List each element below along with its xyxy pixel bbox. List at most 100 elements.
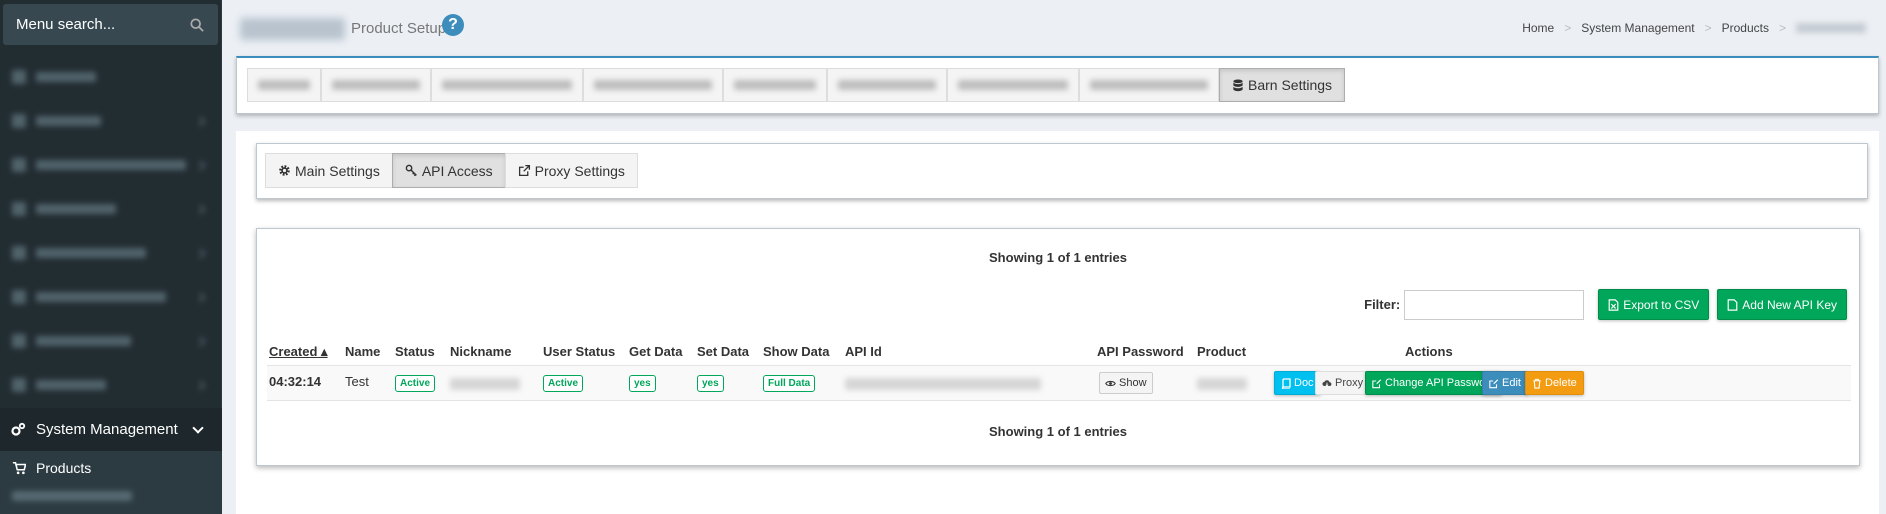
file-excel-icon: [1608, 298, 1619, 311]
tab-proxy-settings[interactable]: Proxy Settings: [504, 153, 638, 188]
cell-created: 04:32:14: [269, 374, 322, 389]
tab-barn-settings[interactable]: Barn Settings: [1219, 68, 1346, 102]
search-icon[interactable]: [190, 17, 204, 32]
show-password-button[interactable]: Show: [1099, 372, 1153, 394]
sidebar-item-blurred-6[interactable]: [0, 275, 222, 319]
tab-label: Main Settings: [295, 162, 380, 179]
tab-api-access[interactable]: API Access: [391, 153, 506, 188]
file-icon: [1727, 298, 1738, 311]
column-header-status[interactable]: Status: [395, 344, 435, 359]
redacted-product-name: [240, 18, 345, 40]
filter-input[interactable]: [1404, 289, 1585, 320]
tab-blurred-6[interactable]: [827, 68, 947, 102]
nav-icon: [12, 290, 26, 304]
gears-icon: [11, 422, 26, 436]
cloud-download-icon: [1322, 379, 1332, 387]
column-header-created[interactable]: Created ▴: [269, 344, 328, 360]
sidebar-item-blurred-2[interactable]: [0, 99, 222, 143]
sidebar-item-products[interactable]: Products: [0, 454, 222, 482]
nav-icon: [12, 246, 26, 260]
edit-icon: [1372, 378, 1382, 388]
column-header-api-id[interactable]: API Id: [845, 344, 882, 359]
tab-blurred-5[interactable]: [723, 68, 827, 102]
breadcrumb-separator: >: [1778, 21, 1786, 35]
sidebar-item-system-management[interactable]: System Management: [0, 408, 222, 451]
nav-icon: [12, 378, 26, 392]
edit-button[interactable]: Edit: [1482, 371, 1528, 395]
sidebar-item-blurred-sub[interactable]: [0, 482, 222, 510]
settings-tabs-box: Main Settings API Access Proxy Settings: [256, 143, 1868, 199]
sidebar-item-blurred-5[interactable]: [0, 231, 222, 275]
shopping-cart-icon: [12, 461, 26, 475]
breadcrumb-separator: >: [1564, 21, 1572, 35]
key-icon: [405, 164, 417, 177]
export-csv-button[interactable]: Export to CSV: [1598, 289, 1710, 320]
chevron-left-icon: [195, 248, 206, 258]
help-icon[interactable]: ?: [442, 14, 464, 36]
tab-blurred-3[interactable]: [431, 68, 583, 102]
column-header-api-password[interactable]: API Password: [1097, 344, 1184, 359]
status-badge: Active: [395, 375, 436, 392]
column-header-nickname[interactable]: Nickname: [450, 344, 511, 359]
column-header-product[interactable]: Product: [1197, 344, 1246, 359]
column-header-set-data[interactable]: Set Data: [697, 344, 749, 359]
set-data-badge: yes: [697, 375, 724, 392]
button-label: Doc: [1294, 377, 1314, 389]
tab-blurred-2[interactable]: [321, 68, 431, 102]
breadcrumb-system-management[interactable]: System Management: [1581, 21, 1694, 35]
tab-label: Barn Settings: [1248, 77, 1333, 93]
sidebar-item-blurred-3[interactable]: [0, 143, 222, 187]
column-header-show-data[interactable]: Show Data: [763, 344, 829, 359]
nav-icon: [12, 70, 26, 84]
eye-icon: [1105, 380, 1116, 386]
sidebar-item-blurred-1[interactable]: [0, 55, 222, 99]
chevron-left-icon: [195, 292, 206, 302]
chevron-left-icon: [195, 116, 206, 126]
book-icon: [1281, 377, 1291, 389]
show-data-badge: Full Data: [763, 375, 816, 392]
database-icon: [1233, 78, 1243, 91]
doc-button[interactable]: Doc: [1274, 371, 1321, 395]
button-label: Add New API Key: [1742, 297, 1837, 312]
tab-blurred-1[interactable]: [247, 68, 321, 102]
sidebar-item-blurred-8[interactable]: [0, 363, 222, 407]
cell-api-id-redacted: [845, 378, 1041, 390]
sidebar-item-label: System Management: [36, 421, 178, 438]
button-label: Delete: [1545, 377, 1577, 389]
breadcrumb-separator: >: [1704, 21, 1712, 35]
column-header-user-status[interactable]: User Status: [543, 344, 615, 359]
breadcrumb-home[interactable]: Home: [1522, 21, 1554, 35]
chevron-left-icon: [195, 380, 206, 390]
tab-main-settings[interactable]: Main Settings: [265, 153, 393, 188]
get-data-badge: yes: [629, 375, 656, 392]
tab-blurred-7[interactable]: [947, 68, 1079, 102]
proxy-button[interactable]: Proxy: [1315, 371, 1371, 395]
sidebar-item-blurred-4[interactable]: [0, 187, 222, 231]
external-link-icon: [518, 164, 530, 177]
tab-label: API Access: [421, 162, 493, 179]
add-api-key-button[interactable]: Add New API Key: [1717, 289, 1847, 320]
chevron-left-icon: [195, 160, 206, 170]
tab-blurred-4[interactable]: [583, 68, 723, 102]
main-box: Main Settings API Access Proxy Settings …: [236, 131, 1879, 514]
showing-entries-bottom: Showing 1 of 1 entries: [989, 424, 1127, 439]
breadcrumb-products[interactable]: Products: [1722, 21, 1769, 35]
column-header-name[interactable]: Name: [345, 344, 380, 359]
nav-icon: [12, 202, 26, 216]
edit-icon: [1489, 378, 1499, 388]
chevron-left-icon: [195, 336, 206, 346]
filter-label: Filter:: [1364, 297, 1401, 312]
menu-search-input[interactable]: Menu search...: [3, 4, 218, 45]
sidebar-item-blurred-7[interactable]: [0, 319, 222, 363]
cell-name: Test: [345, 374, 369, 389]
cell-product-redacted: [1197, 378, 1247, 390]
nav-icon: [12, 158, 26, 172]
content-header: Product Setup ? Home > System Management…: [222, 0, 1886, 54]
chevron-down-icon: [192, 422, 204, 434]
table-toolbar: Filter: Export to CSV Add New API Key: [1364, 289, 1847, 320]
delete-button[interactable]: Delete: [1525, 371, 1584, 395]
nav-icon: [12, 114, 26, 128]
column-header-get-data[interactable]: Get Data: [629, 344, 682, 359]
tab-blurred-8[interactable]: [1079, 68, 1219, 102]
button-label: Proxy: [1335, 377, 1364, 389]
